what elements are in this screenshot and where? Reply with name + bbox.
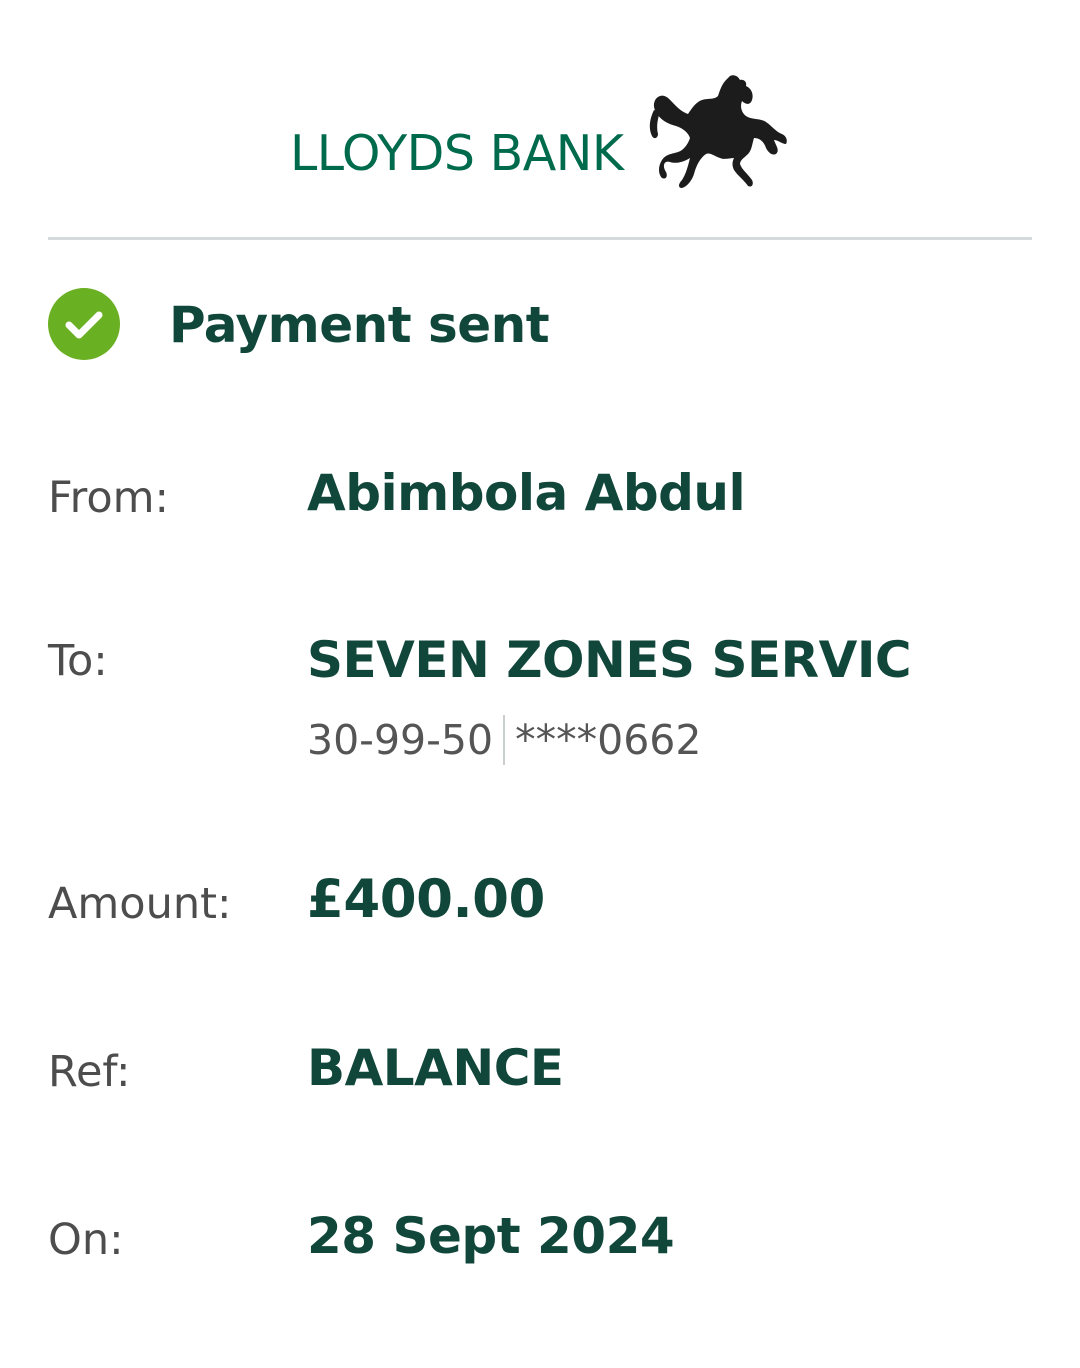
brand-name: LLOYDS BANK: [290, 125, 624, 182]
ref-value: BALANCE: [307, 1039, 564, 1097]
header-divider: [48, 237, 1032, 240]
date-label: On:: [48, 1215, 124, 1265]
from-value: Abimbola Abdul: [307, 464, 746, 522]
account-number: ****0662: [515, 716, 702, 764]
amount-value: £400.00: [307, 869, 545, 930]
header: LLOYDS BANK: [0, 0, 1080, 238]
sort-code: 30-99-50: [307, 716, 494, 764]
to-value: SEVEN ZONES SERVIC: [307, 631, 912, 689]
account-details: 30-99-50 ****0662: [307, 712, 701, 768]
ref-label: Ref:: [48, 1047, 131, 1097]
amount-label: Amount:: [48, 879, 232, 929]
to-label: To:: [48, 636, 108, 686]
payment-status: Payment sent: [48, 288, 948, 360]
from-label: From:: [48, 473, 170, 523]
date-value: 28 Sept 2024: [307, 1207, 675, 1265]
account-separator: [503, 715, 506, 765]
black-horse-icon: [648, 70, 790, 192]
status-title: Payment sent: [169, 296, 550, 354]
check-circle-icon: [48, 288, 120, 360]
